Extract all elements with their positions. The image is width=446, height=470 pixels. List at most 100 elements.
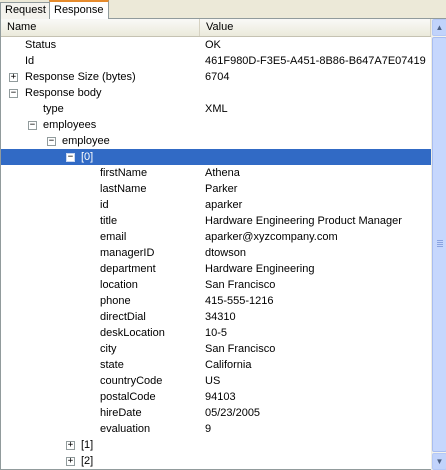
tree-row-type[interactable]: type XML — [1, 101, 431, 117]
response-panel: Name Value Status OK Id 461F980D-F3E5-A4… — [0, 19, 446, 470]
tree-row-lastname[interactable]: lastName Parker — [1, 181, 431, 197]
row-name: title — [100, 215, 118, 227]
grip-line — [437, 246, 443, 247]
row-value: San Francisco — [205, 343, 276, 355]
expand-icon[interactable]: + — [9, 73, 18, 82]
row-name: evaluation — [100, 423, 151, 435]
row-name: directDial — [100, 311, 146, 323]
row-value — [205, 85, 429, 101]
collapse-icon[interactable]: − — [28, 121, 37, 130]
tree-row-item-0[interactable]: − [0] — [1, 149, 431, 165]
tree-row-phone[interactable]: phone 415-555-1216 — [1, 293, 431, 309]
row-value: California — [205, 359, 252, 371]
row-name: city — [100, 343, 117, 355]
column-header-value[interactable]: Value — [200, 19, 431, 36]
row-value — [205, 133, 429, 149]
row-value: XML — [205, 103, 228, 115]
row-name: [2] — [81, 455, 94, 467]
row-value: 94103 — [205, 391, 236, 403]
grip-line — [437, 240, 443, 241]
row-name: employee — [62, 135, 110, 147]
row-name: Id — [25, 55, 35, 67]
row-value: 05/23/2005 — [205, 407, 261, 419]
row-value: 415-555-1216 — [205, 295, 274, 307]
collapse-icon[interactable]: − — [47, 137, 56, 146]
tree-row-item-2[interactable]: + [2] — [1, 453, 431, 469]
scroll-down-arrow-icon[interactable]: ▼ — [432, 453, 446, 470]
tree-row-managerid[interactable]: managerID dtowson — [1, 245, 431, 261]
row-value: aparker — [205, 199, 243, 211]
row-name: email — [100, 231, 127, 243]
row-name: Status — [25, 39, 57, 51]
row-name: [1] — [81, 439, 94, 451]
collapse-icon[interactable]: − — [9, 89, 18, 98]
row-name: location — [100, 279, 138, 291]
row-name: id — [100, 199, 109, 211]
expand-icon[interactable]: + — [66, 457, 75, 466]
row-name: hireDate — [100, 407, 142, 419]
tree-row-employee[interactable]: − employee — [1, 133, 431, 149]
row-name: [0] — [81, 151, 94, 163]
row-name: firstName — [100, 167, 148, 179]
row-value: 10-5 — [205, 327, 228, 339]
tree-row-title[interactable]: title Hardware Engineering Product Manag… — [1, 213, 431, 229]
row-value: Hardware Engineering — [205, 263, 315, 275]
row-value: aparker@xyzcompany.com — [205, 231, 338, 243]
row-value: 6704 — [205, 71, 230, 83]
tree-row-item-1[interactable]: + [1] — [1, 437, 431, 453]
tree-row-city[interactable]: city San Francisco — [1, 341, 431, 357]
tree-row-evaluation[interactable]: evaluation 9 — [1, 421, 431, 437]
tab-strip: Request Response — [0, 0, 446, 20]
tree-row-postalcode[interactable]: postalCode 94103 — [1, 389, 431, 405]
vertical-scrollbar[interactable]: ▲ ▼ — [431, 19, 446, 470]
tree-row-response-body[interactable]: − Response body — [1, 85, 431, 101]
row-value: 461F980D-F3E5-A451-8B86-B647A7E07419 — [205, 55, 426, 67]
row-name: department — [100, 263, 156, 275]
row-value — [205, 117, 429, 133]
tree-row-firstname[interactable]: firstName Athena — [1, 165, 431, 181]
row-name: deskLocation — [100, 327, 165, 339]
tree-row-desklocation[interactable]: deskLocation 10-5 — [1, 325, 431, 341]
row-value: 34310 — [205, 311, 236, 323]
row-name: lastName — [100, 183, 147, 195]
row-value: OK — [205, 39, 221, 51]
row-name: managerID — [100, 247, 155, 259]
row-value: US — [205, 375, 221, 387]
expand-icon[interactable]: + — [66, 441, 75, 450]
tree-row-directdial[interactable]: directDial 34310 — [1, 309, 431, 325]
row-name: employees — [43, 119, 97, 131]
tree-row-department[interactable]: department Hardware Engineering — [1, 261, 431, 277]
grip-line — [437, 244, 443, 245]
row-name: phone — [100, 295, 131, 307]
tree-row-response-size[interactable]: + Response Size (bytes) 6704 — [1, 69, 431, 85]
tree-row-email[interactable]: email aparker@xyzcompany.com — [1, 229, 431, 245]
row-name: state — [100, 359, 124, 371]
scroll-up-arrow-icon[interactable]: ▲ — [432, 19, 446, 36]
row-value: Athena — [205, 167, 240, 179]
collapse-icon[interactable]: − — [66, 153, 75, 162]
row-value — [205, 453, 429, 469]
tab-response[interactable]: Response — [49, 0, 109, 20]
row-value — [205, 437, 429, 453]
column-header-name[interactable]: Name — [1, 19, 200, 36]
grip-line — [437, 242, 443, 243]
tree-row-location[interactable]: location San Francisco — [1, 277, 431, 293]
scrollbar-thumb[interactable] — [432, 37, 446, 452]
row-name: countryCode — [100, 375, 163, 387]
tree-row-id-field[interactable]: id aparker — [1, 197, 431, 213]
tree-row-id[interactable]: Id 461F980D-F3E5-A451-8B86-B647A7E07419 — [1, 53, 431, 69]
property-tree: Status OK Id 461F980D-F3E5-A451-8B86-B64… — [1, 37, 431, 469]
tree-row-employees[interactable]: − employees — [1, 117, 431, 133]
row-name: Response body — [25, 87, 102, 99]
row-value: Parker — [205, 183, 238, 195]
tree-row-state[interactable]: state California — [1, 357, 431, 373]
row-name: type — [43, 103, 64, 115]
row-value: San Francisco — [205, 279, 276, 291]
tab-request[interactable]: Request — [0, 2, 51, 19]
row-value: dtowson — [205, 247, 246, 259]
row-value: Hardware Engineering Product Manager — [205, 215, 402, 227]
row-value — [205, 149, 429, 165]
tree-row-hiredate[interactable]: hireDate 05/23/2005 — [1, 405, 431, 421]
tree-row-countrycode[interactable]: countryCode US — [1, 373, 431, 389]
tree-row-status[interactable]: Status OK — [1, 37, 431, 53]
